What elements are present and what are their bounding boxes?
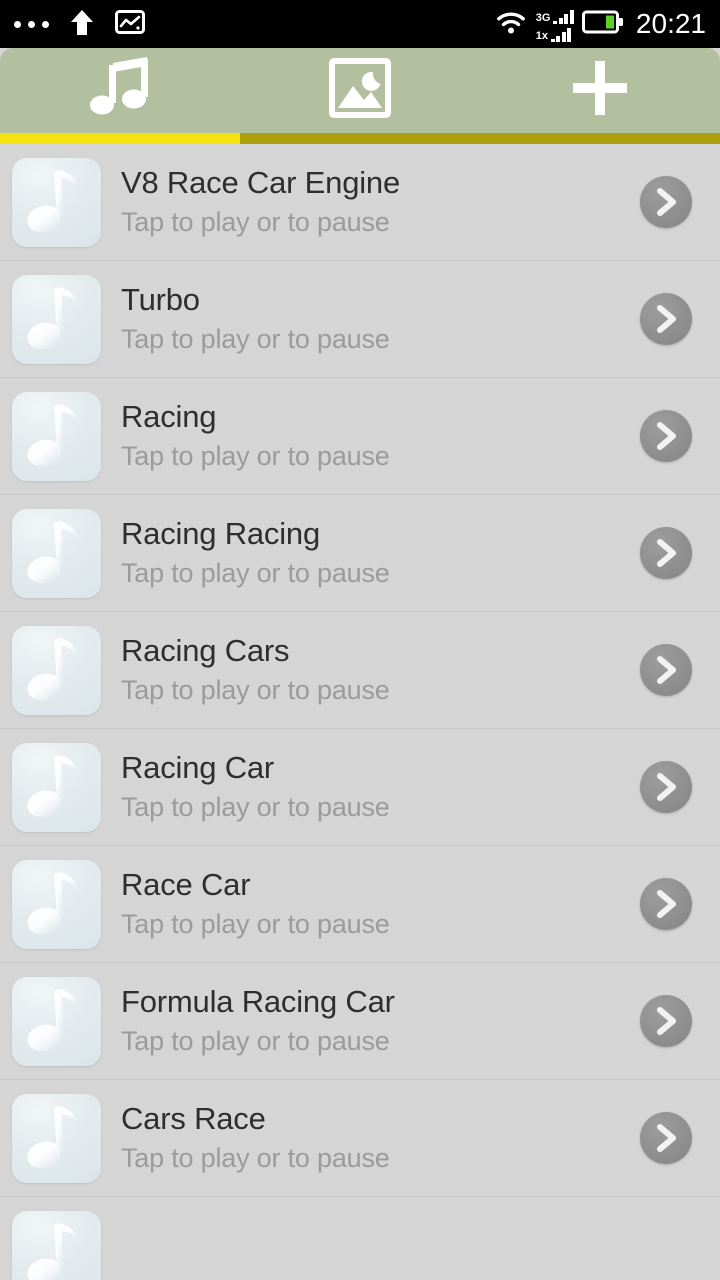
- music-note-thumb-icon: [12, 508, 101, 598]
- signal-indicators: 3G 1x: [536, 5, 574, 43]
- list-item-title: Cars Race: [121, 1101, 266, 1136]
- signal-1x-label: 1x: [535, 29, 548, 42]
- chevron-right-icon[interactable]: [640, 410, 692, 462]
- list-item-subtitle: Tap to play or to pause: [121, 792, 390, 822]
- music-note-thumb-icon: [12, 859, 101, 949]
- status-bar-left-icons: [14, 8, 145, 41]
- list-item-texts: Cars Race Tap to play or to pause: [121, 1101, 640, 1175]
- tab-indicator-inactive: [240, 133, 720, 144]
- chevron-right-icon[interactable]: [640, 878, 692, 930]
- list-item-title: Racing: [121, 399, 217, 434]
- tab-indicator-active: [0, 133, 240, 144]
- list-item-title: Racing Cars: [121, 633, 290, 668]
- more-dots-icon: [14, 20, 49, 28]
- music-note-thumb-icon: [12, 274, 101, 364]
- list-item-texts: Racing Tap to play or to pause: [121, 399, 640, 473]
- signal-3g-label: 3G: [535, 11, 551, 24]
- status-bar-clock: 20:21: [635, 8, 706, 39]
- upload-arrow-icon: [69, 8, 95, 41]
- wifi-icon: [494, 8, 528, 41]
- list-item-texts: V8 Race Car Engine Tap to play or to paus…: [121, 165, 640, 239]
- music-note-thumb-icon: [12, 625, 101, 715]
- list-item[interactable]: Racing Tap to play or to pause: [0, 378, 720, 495]
- chevron-right-icon[interactable]: [640, 1112, 692, 1164]
- list-item-texts: Racing Cars Tap to play or to pause: [121, 633, 640, 707]
- list-item-texts: Turbo Tap to play or to pause: [121, 282, 640, 356]
- music-note-thumb-icon: [12, 742, 101, 832]
- list-item[interactable]: V8 Race Car Engine Tap to play or to paus…: [0, 144, 720, 261]
- list-item-title: V8 Race Car Engine: [121, 165, 401, 200]
- signal-3g-icon: 3G: [536, 7, 574, 24]
- list-item-texts: Racing Racing Tap to play or to pause: [121, 516, 640, 590]
- list-item[interactable]: Turbo Tap to play or to pause: [0, 261, 720, 378]
- list-item-subtitle: Tap to play or to pause: [121, 324, 390, 354]
- list-item-subtitle: Tap to play or to pause: [121, 1143, 390, 1173]
- screenshot-icon: [115, 9, 145, 39]
- music-note-icon: [85, 57, 155, 124]
- list-item-texts: Racing Car Tap to play or to pause: [121, 750, 640, 824]
- list-item[interactable]: Racing Car Tap to play or to pause: [0, 729, 720, 846]
- list-item-title: Turbo: [121, 282, 200, 317]
- list-item-subtitle: Tap to play or to pause: [121, 441, 390, 471]
- list-item[interactable]: Race Car Tap to play or to pause: [0, 846, 720, 963]
- chevron-right-icon[interactable]: [640, 761, 692, 813]
- chevron-right-icon[interactable]: [640, 176, 692, 228]
- sound-list[interactable]: V8 Race Car Engine Tap to play or to paus…: [0, 144, 720, 1280]
- battery-icon: [581, 9, 624, 40]
- list-item-subtitle: Tap to play or to pause: [121, 558, 390, 588]
- tab-audio[interactable]: [0, 48, 240, 133]
- list-item[interactable]: [0, 1197, 720, 1280]
- list-item-subtitle: Tap to play or to pause: [121, 1026, 390, 1056]
- music-note-thumb-icon: [12, 391, 101, 481]
- list-item-texts: Race Car Tap to play or to pause: [121, 867, 640, 941]
- music-note-thumb-icon: [12, 1211, 101, 1280]
- list-item-subtitle: Tap to play or to pause: [121, 207, 390, 237]
- music-note-thumb-icon: [12, 1093, 101, 1183]
- list-item-title: Racing Racing: [121, 516, 321, 551]
- tab-add[interactable]: [480, 48, 720, 133]
- app-screen: 3G 1x 20:21 V8 Race Car Engine Tap to pl…: [0, 0, 720, 1280]
- list-item-title: Race Car: [121, 867, 251, 902]
- list-item-subtitle: Tap to play or to pause: [121, 675, 390, 705]
- list-item[interactable]: Formula Racing Car Tap to play or to paus…: [0, 963, 720, 1080]
- list-item[interactable]: Racing Racing Tap to play or to pause: [0, 495, 720, 612]
- list-item[interactable]: Racing Cars Tap to play or to pause: [0, 612, 720, 729]
- list-item-texts: Formula Racing Car Tap to play or to paus…: [121, 984, 640, 1058]
- chevron-right-icon[interactable]: [640, 644, 692, 696]
- signal-1x-icon: 1x: [536, 25, 574, 42]
- plus-icon: [571, 59, 629, 122]
- chevron-right-icon[interactable]: [640, 293, 692, 345]
- chevron-right-icon[interactable]: [640, 995, 692, 1047]
- list-item[interactable]: Cars Race Tap to play or to pause: [0, 1080, 720, 1197]
- music-note-thumb-icon: [12, 157, 101, 247]
- list-item-title: Racing Car: [121, 750, 275, 785]
- tab-images[interactable]: [240, 48, 480, 133]
- list-item-subtitle: Tap to play or to pause: [121, 909, 390, 939]
- chevron-right-icon[interactable]: [640, 527, 692, 579]
- music-note-thumb-icon: [12, 976, 101, 1066]
- status-bar-right-icons: 3G 1x 20:21: [494, 5, 706, 43]
- picture-icon: [329, 58, 391, 123]
- tab-bar: [0, 48, 720, 133]
- list-item-title: Formula Racing Car: [121, 984, 395, 1019]
- tab-indicator: [0, 133, 720, 144]
- status-bar: 3G 1x 20:21: [0, 0, 720, 48]
